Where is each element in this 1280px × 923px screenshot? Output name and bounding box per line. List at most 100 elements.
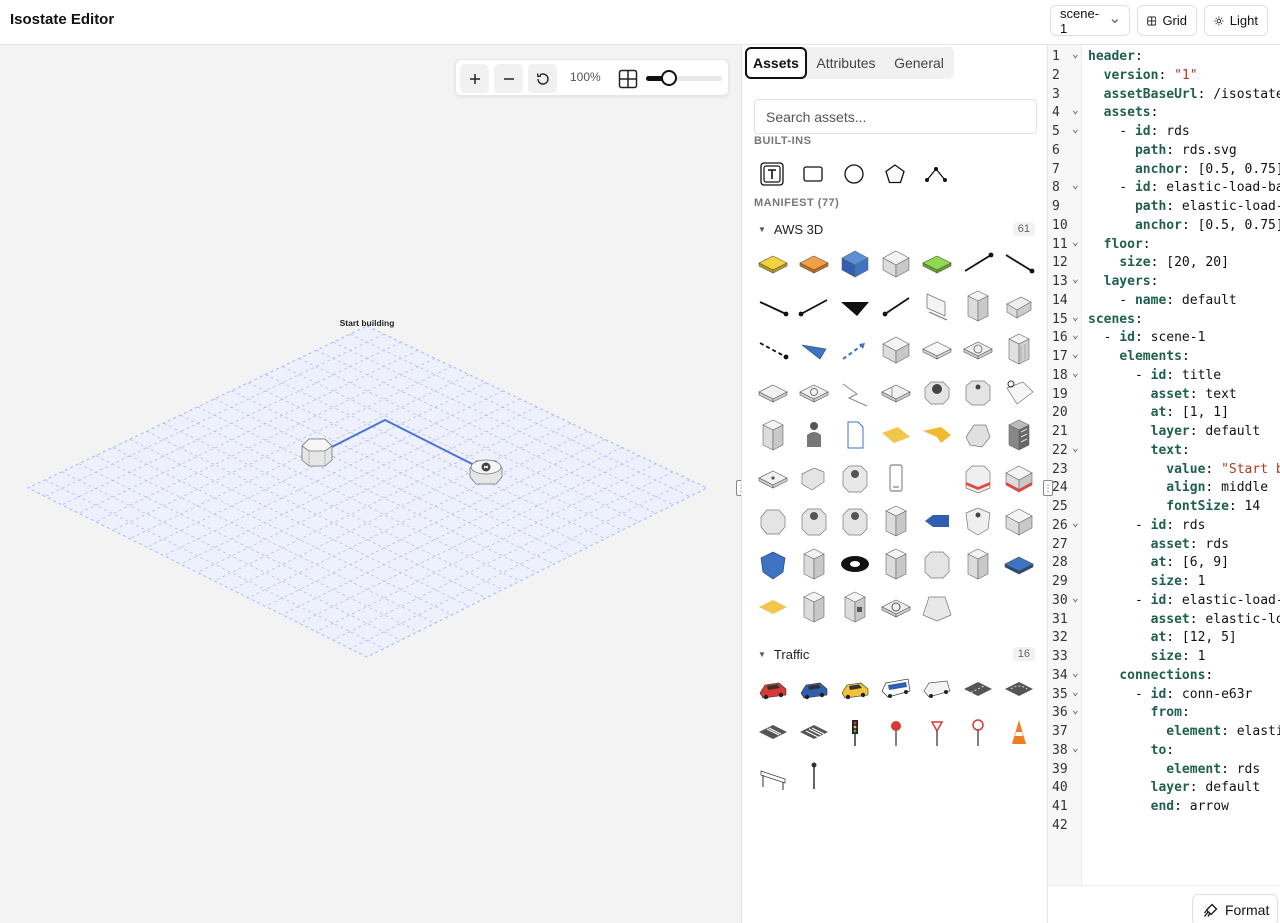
green-cube-icon[interactable] xyxy=(919,245,955,281)
monitor-icon[interactable] xyxy=(919,288,955,324)
blue-cube-icon[interactable] xyxy=(837,245,873,281)
code-line[interactable] xyxy=(1088,818,1280,837)
slider-knob[interactable] xyxy=(660,70,677,86)
code-line[interactable]: element: rds xyxy=(1088,762,1280,781)
code-line[interactable]: at: [1, 1] xyxy=(1088,405,1280,424)
octagon-target-icon[interactable] xyxy=(919,374,955,410)
blue-car-icon[interactable] xyxy=(796,671,832,707)
code-line[interactable]: to: xyxy=(1088,743,1280,762)
theme-toggle-button[interactable]: Light xyxy=(1204,5,1268,36)
shield-box-icon[interactable] xyxy=(960,503,996,539)
rack-icon[interactable] xyxy=(1001,331,1037,367)
gear-pad-icon[interactable] xyxy=(878,589,914,625)
thin-slab-icon[interactable] xyxy=(755,460,791,496)
blue-dashed-arrow-icon[interactable] xyxy=(837,331,873,367)
code-line[interactable]: layer: default xyxy=(1088,424,1280,443)
hex-m-icon[interactable] xyxy=(796,503,832,539)
slab-target-icon[interactable] xyxy=(796,374,832,410)
scene-select[interactable]: scene-1 xyxy=(1050,5,1130,36)
fold-chevron-icon[interactable]: ⌄ xyxy=(1072,328,1079,341)
orange-pad-icon[interactable] xyxy=(796,245,832,281)
code-line[interactable]: size: 1 xyxy=(1088,649,1280,668)
cable-icon[interactable] xyxy=(837,374,873,410)
document-icon[interactable] xyxy=(837,417,873,453)
black-disc-icon[interactable] xyxy=(837,546,873,582)
rds-node[interactable] xyxy=(301,438,333,467)
zoom-in-button[interactable] xyxy=(460,64,489,93)
crosswalk-icon[interactable] xyxy=(755,714,791,750)
format-button[interactable]: Format xyxy=(1192,894,1278,923)
funnel-icon[interactable] xyxy=(878,546,914,582)
code-line[interactable]: at: [12, 5] xyxy=(1088,630,1280,649)
code-line[interactable]: scenes: xyxy=(1088,312,1280,331)
split-tower-icon[interactable] xyxy=(878,503,914,539)
phone-icon[interactable] xyxy=(878,460,914,496)
panel-editor-splitter[interactable]: ⋮ xyxy=(1043,480,1053,496)
reset-view-button[interactable] xyxy=(528,64,557,93)
code-line[interactable]: text: xyxy=(1088,443,1280,462)
blue-tile-icon[interactable] xyxy=(1001,546,1037,582)
blue-diamond-icon[interactable] xyxy=(796,331,832,367)
fold-chevron-icon[interactable]: ⌄ xyxy=(1072,47,1079,60)
grid-opacity-slider[interactable] xyxy=(646,70,722,86)
yield-sign-icon[interactable] xyxy=(919,714,955,750)
code-line[interactable]: element: elastic xyxy=(1088,724,1280,743)
funnel-tower-icon[interactable] xyxy=(796,546,832,582)
octagon-plain-icon[interactable] xyxy=(755,503,791,539)
rectangle-icon[interactable] xyxy=(796,157,830,191)
bus-icon[interactable] xyxy=(878,671,914,707)
flat-box-icon[interactable] xyxy=(919,331,955,367)
code-line[interactable]: path: rds.svg xyxy=(1088,143,1280,162)
lock-envelope-icon[interactable] xyxy=(1001,374,1037,410)
arrow-down-right-2-icon[interactable] xyxy=(755,288,791,324)
code-line[interactable]: value: "Start bu xyxy=(1088,462,1280,481)
blue-pentagon-icon[interactable] xyxy=(919,503,955,539)
fold-chevron-icon[interactable]: ⌄ xyxy=(1072,703,1079,716)
code-line[interactable]: path: elastic-load-b xyxy=(1088,199,1280,218)
tall-box-icon[interactable] xyxy=(796,589,832,625)
polyline-icon[interactable] xyxy=(919,157,953,191)
fold-chevron-icon[interactable]: ⌄ xyxy=(1072,235,1079,248)
code-line[interactable]: asset: elastic-loa xyxy=(1088,612,1280,631)
pyramid-icon[interactable] xyxy=(919,589,955,625)
router-icon[interactable] xyxy=(1001,288,1037,324)
code-line[interactable]: - id: title xyxy=(1088,368,1280,387)
code-line[interactable]: - id: elastic-load-bal xyxy=(1088,180,1280,199)
elastic-load-balancer-node[interactable] xyxy=(469,459,503,485)
code-line[interactable]: version: "1" xyxy=(1088,68,1280,87)
yellow-diamond-icon[interactable] xyxy=(755,589,791,625)
tab-attributes[interactable]: Attributes xyxy=(809,47,883,79)
fold-chevron-icon[interactable]: ⌄ xyxy=(1072,741,1079,754)
code-line[interactable]: - id: rds xyxy=(1088,518,1280,537)
code-line[interactable]: from: xyxy=(1088,705,1280,724)
tab-general[interactable]: General xyxy=(885,47,953,79)
fold-chevron-icon[interactable]: ⌄ xyxy=(1072,516,1079,529)
double-slab-icon[interactable] xyxy=(878,374,914,410)
code-line[interactable]: asset: rds xyxy=(1088,537,1280,556)
hexagon-pad-icon[interactable] xyxy=(960,331,996,367)
iso-canvas[interactable]: Start building xyxy=(0,45,741,923)
group-traffic-toggle[interactable]: ▼ Traffic xyxy=(758,647,809,662)
fold-chevron-icon[interactable]: ⌄ xyxy=(1072,685,1079,698)
octagon-box-icon[interactable] xyxy=(960,374,996,410)
code-line[interactable]: anchor: [0.5, 0.75] xyxy=(1088,218,1280,237)
fold-chevron-icon[interactable]: ⌄ xyxy=(1072,591,1079,604)
gray-cube-icon[interactable] xyxy=(878,245,914,281)
text-tool-icon[interactable] xyxy=(755,157,789,191)
yaml-editor[interactable]: 1 ⌄ 2 3 4 ⌄ 5 ⌄ 6 7 8 ⌄ 9 10 11 ⌄ 12 13 ⌄ 14 15 ⌄ 16 ⌄ 17 ⌄ 18 ⌄ 19 2… xyxy=(1048,45,1280,923)
group-aws-3d-toggle[interactable]: ▼ AWS 3D xyxy=(758,222,823,237)
pentagon-icon[interactable] xyxy=(878,157,912,191)
grid-snap-button[interactable] xyxy=(613,64,642,93)
code-line[interactable]: - id: elastic-load-b xyxy=(1088,593,1280,612)
search-assets-input[interactable] xyxy=(754,99,1037,134)
fold-chevron-icon[interactable]: ⌄ xyxy=(1072,441,1079,454)
grid-toggle-button[interactable]: Grid xyxy=(1137,5,1197,36)
black-wedge-icon[interactable] xyxy=(837,288,873,324)
red-band-box-icon[interactable] xyxy=(960,460,996,496)
red-band-cube-icon[interactable] xyxy=(1001,460,1037,496)
road-curve-icon[interactable] xyxy=(1001,671,1037,707)
code-content[interactable]: header: version: "1" assetBaseUrl: /isos… xyxy=(1088,49,1280,837)
code-line[interactable]: asset: text xyxy=(1088,387,1280,406)
small-cube-icon[interactable] xyxy=(1001,503,1037,539)
stop-sign-icon[interactable] xyxy=(878,714,914,750)
